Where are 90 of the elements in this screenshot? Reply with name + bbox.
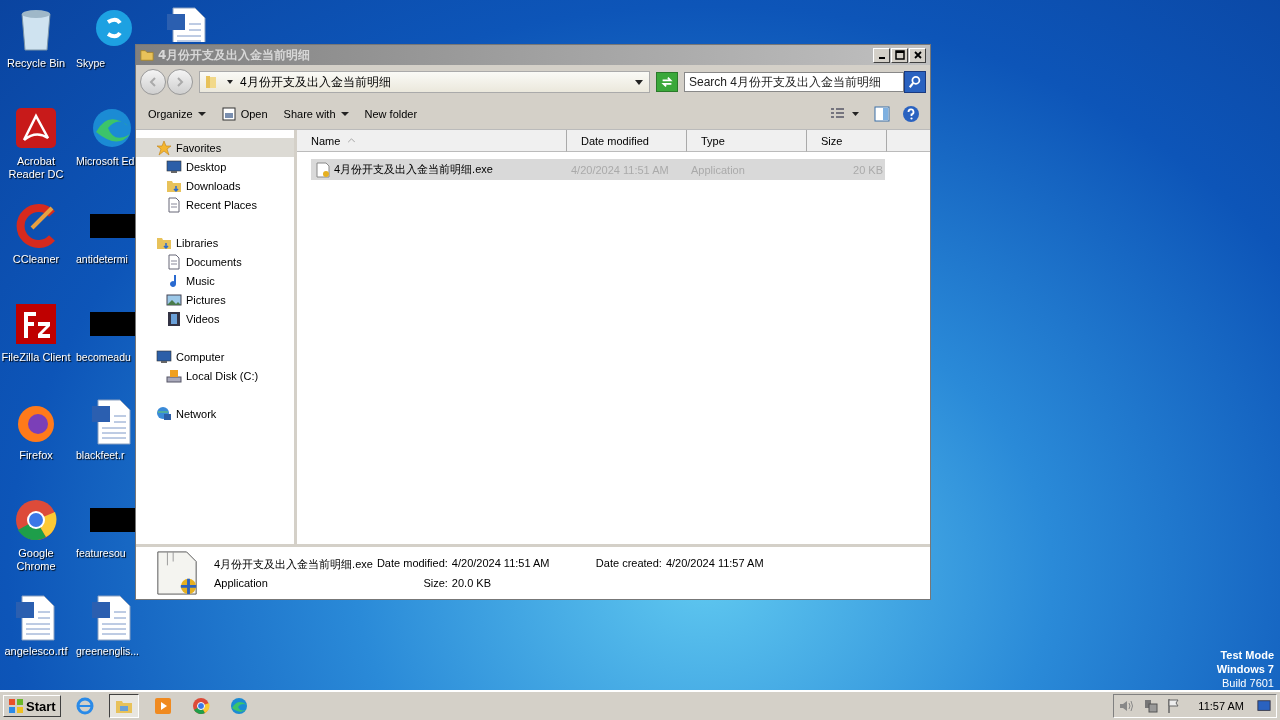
search-icon (908, 75, 922, 89)
desktop-icon-label: Firefox (19, 449, 53, 462)
nav-item[interactable]: Network (136, 404, 294, 423)
refresh-button[interactable] (656, 72, 678, 92)
close-icon (912, 50, 923, 60)
caret-icon (197, 110, 206, 118)
maximize-icon (894, 50, 905, 60)
application-icon (315, 161, 331, 178)
nav-item[interactable]: Desktop (136, 157, 294, 176)
edge-icon (228, 696, 249, 716)
nav-item[interactable]: Pictures (136, 290, 294, 309)
desktop-icon-label: greenenglis... (76, 645, 140, 658)
desktop-icon-label: becomeadu (76, 351, 131, 364)
desktop-icon-label: Microsoft Ed (76, 155, 135, 168)
detail-value: 20.0 KB (451, 577, 492, 589)
star-icon (156, 139, 172, 156)
desktop-icon-label: antidetermi (76, 253, 128, 266)
file-name: 4月份开支及出入金当前明细.exe (214, 557, 373, 572)
os-notice-text: Windows 7 (1216, 662, 1274, 676)
media-player-icon (152, 696, 173, 716)
chrome-icon (190, 696, 211, 716)
column-header[interactable]: Name (297, 130, 567, 152)
window-title: 4月份开支及出入金当前明细 (158, 46, 311, 64)
redaction-block (90, 508, 138, 532)
desktop-icon-label: Recycle Bin (6, 57, 66, 70)
list-view-icon (828, 107, 862, 121)
desktop-icon-label: Skype (76, 57, 106, 70)
os-notice-text: Test Mode (1220, 648, 1274, 662)
redaction-block (90, 214, 138, 238)
windows-logo-icon (8, 698, 24, 714)
nav-item[interactable]: Recent Places (136, 195, 294, 214)
toolbar-button[interactable]: Open (215, 104, 274, 124)
dropdown-caret-icon (635, 78, 643, 86)
pane-icon (874, 106, 890, 122)
nav-item[interactable]: Videos (136, 309, 294, 328)
toolbar-button[interactable]: New folder (358, 105, 424, 123)
file-type: Application (214, 577, 269, 589)
detail-label: Date created: (595, 557, 662, 571)
toolbar-button[interactable]: Organize (142, 105, 212, 123)
application-icon (154, 550, 200, 596)
detail-value: 4/20/2024 11:57 AM (665, 557, 764, 571)
network-icon[interactable] (1142, 698, 1159, 714)
caret-icon (226, 78, 234, 86)
refresh-icon (660, 75, 674, 89)
nav-item[interactable]: Documents (136, 252, 294, 271)
minimize-button[interactable] (873, 47, 890, 63)
nav-item[interactable]: Downloads (136, 176, 294, 195)
toolbar-button[interactable]: Share with (277, 105, 355, 123)
document-icon (166, 196, 182, 213)
globe-icon (156, 405, 172, 422)
monitor-icon (156, 348, 172, 365)
caret-icon (340, 110, 349, 118)
taskbar-button[interactable] (108, 694, 139, 718)
maximize-button[interactable] (891, 47, 908, 63)
monitor-icon (166, 158, 182, 175)
start-button[interactable]: Start (3, 695, 61, 717)
desktop-icon-label: featuresou (76, 547, 126, 560)
clock[interactable]: 11:57 AM (1198, 700, 1244, 712)
detail-value: 4/20/2024 11:51 AM (451, 557, 551, 571)
address-bar[interactable]: 4月份开支及出入金当前明细 (199, 71, 650, 93)
column-header[interactable]: Date modified (567, 130, 687, 152)
nav-item[interactable]: Libraries (136, 233, 294, 252)
desktop-icon-label: blackfeet.r (76, 449, 125, 462)
desktop-icon-label: CCleaner (12, 253, 60, 266)
minimize-icon (878, 57, 885, 59)
desktop-icon-label: FileZilla Client (1, 351, 71, 364)
nav-item[interactable]: Local Disk (C:) (136, 366, 294, 385)
detail-label: Size: (422, 577, 448, 589)
help-icon (902, 105, 920, 123)
nav-item[interactable]: Computer (136, 347, 294, 366)
show-desktop-icon[interactable] (1256, 699, 1272, 713)
desktop-icon-label: angelesco.rtf (4, 645, 68, 658)
window-icon (221, 107, 236, 121)
folder-icon (140, 48, 154, 62)
search-button[interactable] (904, 71, 926, 93)
image-icon (166, 291, 182, 308)
column-header[interactable]: Type (687, 130, 807, 152)
disk-icon (166, 367, 182, 384)
film-icon (166, 310, 182, 327)
nav-item[interactable]: Music (136, 271, 294, 290)
os-notice-text: Build 7601 (1222, 676, 1274, 690)
document-icon (166, 253, 182, 270)
desktop-icon-label: Acrobat Reader DC (7, 155, 65, 181)
desktop-icon-label: Google Chrome (15, 547, 57, 573)
search-field[interactable]: Search 4月份开支及出入金当前明细 (684, 72, 904, 92)
redaction-block (90, 312, 138, 336)
nav-item[interactable]: Favorites (136, 138, 294, 157)
detail-label: Date modified: (376, 557, 448, 571)
close-button[interactable] (909, 47, 926, 63)
column-header[interactable]: Size (807, 130, 887, 152)
